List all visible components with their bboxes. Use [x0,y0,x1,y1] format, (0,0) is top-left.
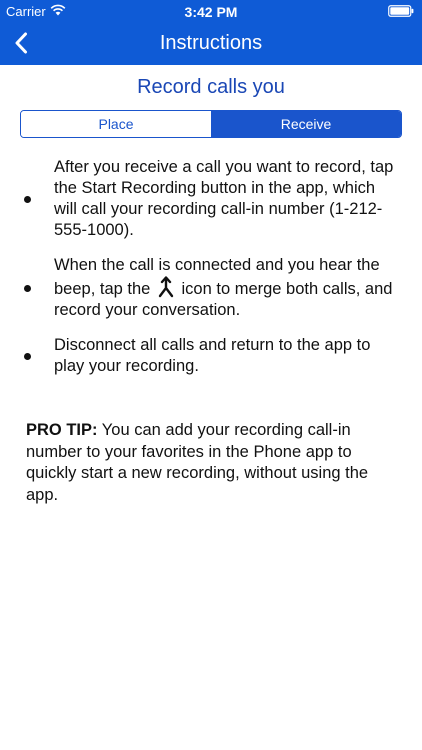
bullet-dot [24,196,31,203]
list-item: Disconnect all calls and return to the a… [20,335,402,377]
nav-title: Instructions [159,32,263,54]
instruction-text-1: After you receive a call you want to rec… [54,158,394,239]
list-item: After you receive a call you want to rec… [20,157,402,241]
segmented-control: Place Receive [20,110,402,138]
instruction-list: After you receive a call you want to rec… [20,157,402,391]
instruction-text-3: Disconnect all calls and return to the a… [54,336,371,375]
pro-tip: PRO TIP: You can add your recording call… [26,420,398,506]
bullet-dot [24,285,31,292]
list-item: When the call is connected and you hear … [20,255,402,321]
top-bar: Carrier 3:42 PM Instructions [0,0,422,65]
merge-calls-icon [158,276,174,298]
segment-receive[interactable]: Receive [211,111,401,137]
bullet-dot [24,353,31,360]
status-bar: Carrier 3:42 PM [0,0,422,22]
status-time: 3:42 PM [184,4,238,20]
navigation-bar: Instructions [0,22,422,65]
segment-place[interactable]: Place [21,111,211,137]
pro-tip-label: PRO TIP: [26,421,98,439]
page-heading: Record calls you [137,76,285,98]
battery-icon [388,5,414,17]
